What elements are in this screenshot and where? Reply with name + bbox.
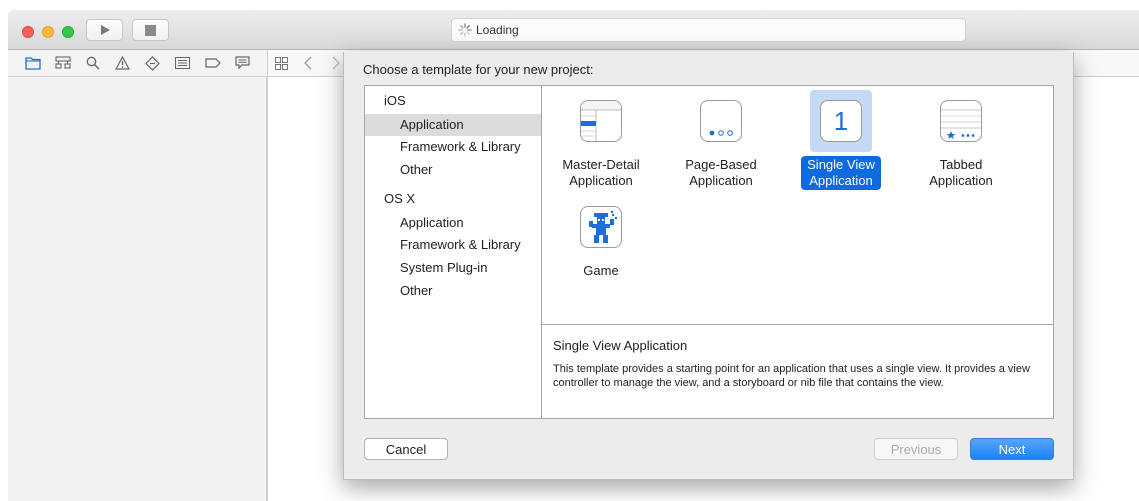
category-group-osx: OS X [384, 191, 416, 206]
close-window-button[interactable] [22, 26, 34, 38]
category-item-ios-application[interactable]: Application [365, 114, 541, 136]
spinner-icon [458, 23, 472, 37]
template-master-detail[interactable]: Master-Detail Application [551, 90, 651, 190]
split-divider[interactable] [267, 50, 268, 501]
next-button[interactable]: Next [970, 438, 1054, 460]
list-icon[interactable] [174, 55, 191, 72]
game-icon [580, 206, 622, 248]
run-button[interactable] [86, 19, 123, 41]
category-item-ios-other[interactable]: Other [365, 159, 541, 181]
window-controls [22, 26, 74, 38]
description-title: Single View Application [553, 338, 688, 353]
template-page-based[interactable]: Page-Based Application [671, 90, 771, 190]
category-item-osx-application[interactable]: Application [365, 212, 541, 234]
folder-icon[interactable] [24, 55, 41, 72]
category-list: iOS Application Framework & Library Othe… [364, 85, 542, 419]
template-description-panel: Single View Application This template pr… [541, 324, 1054, 419]
template-chooser-sheet: Choose a template for your new project: … [343, 52, 1074, 480]
play-icon [100, 25, 110, 35]
grid-icon[interactable] [273, 55, 289, 71]
template-game[interactable]: Game [551, 196, 651, 280]
search-icon[interactable] [84, 55, 101, 72]
cancel-button[interactable]: Cancel [364, 438, 448, 460]
template-single-view[interactable]: 1 Single View Application [791, 90, 891, 190]
template-label: Single View Application [801, 156, 881, 190]
category-group-ios: iOS [384, 93, 406, 108]
single-view-icon: 1 [820, 100, 862, 142]
navigator-selector-bar [8, 50, 267, 77]
master-detail-icon [580, 100, 622, 142]
sheet-title: Choose a template for your new project: [363, 62, 594, 77]
stop-button[interactable] [132, 19, 169, 41]
template-grid: Master-Detail Application Page-Based Appli… [541, 85, 1054, 325]
template-tabbed[interactable]: Tabbed Application [911, 90, 1011, 190]
activity-viewer: Loading [451, 18, 966, 42]
minimize-window-button[interactable] [42, 26, 54, 38]
template-label: Game [583, 263, 619, 278]
chevron-right-icon[interactable] [328, 55, 344, 71]
zoom-window-button[interactable] [62, 26, 74, 38]
stop-icon [145, 24, 156, 36]
navigator-area [8, 77, 267, 501]
category-item-osx-system-plugin[interactable]: System Plug-in [365, 257, 541, 279]
window-titlebar: Loading [8, 10, 1139, 50]
category-item-osx-framework-library[interactable]: Framework & Library [365, 234, 541, 256]
comment-icon[interactable] [234, 55, 251, 72]
category-item-osx-other[interactable]: Other [365, 280, 541, 302]
test-diamond-icon[interactable] [144, 55, 161, 72]
previous-button[interactable]: Previous [874, 438, 958, 460]
breakpoint-tag-icon[interactable] [204, 55, 221, 72]
page-based-icon [700, 100, 742, 142]
category-item-ios-framework-library[interactable]: Framework & Library [365, 136, 541, 158]
template-label: Page-Based Application [685, 157, 757, 188]
hierarchy-icon[interactable] [54, 55, 71, 72]
warning-icon[interactable] [114, 55, 131, 72]
activity-text: Loading [476, 23, 519, 37]
description-text: This template provides a starting point … [553, 363, 1030, 389]
template-label: Master-Detail Application [562, 157, 640, 188]
tabbed-icon [940, 100, 982, 142]
template-label: Tabbed Application [929, 157, 993, 188]
chevron-left-icon[interactable] [300, 55, 316, 71]
